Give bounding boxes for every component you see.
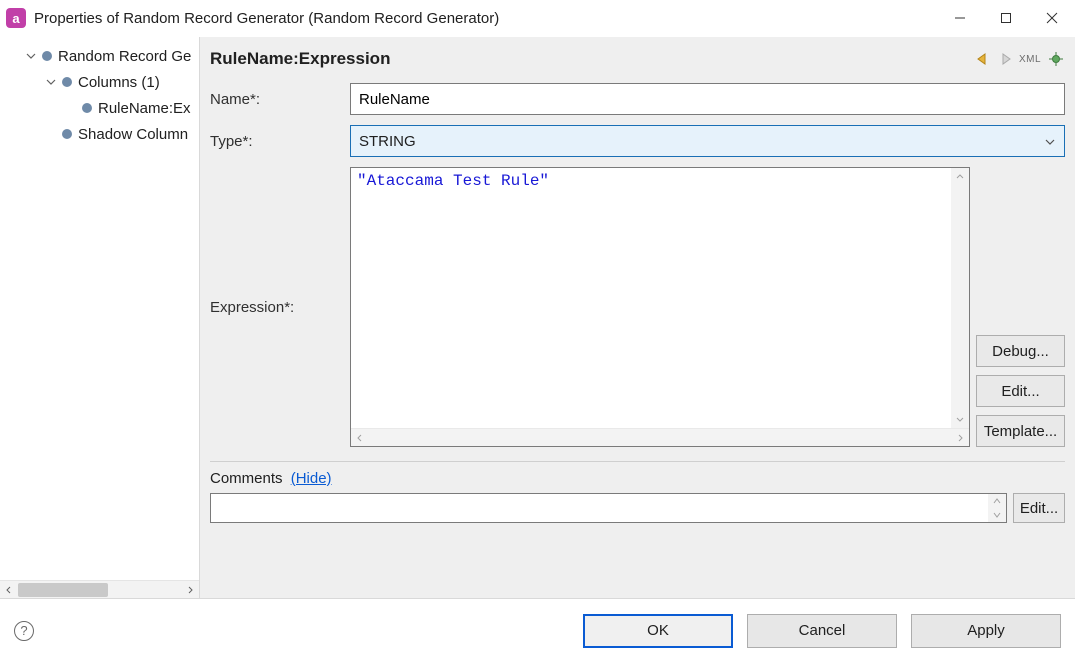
tree-hscrollbar[interactable] (0, 580, 199, 598)
scroll-down-icon[interactable] (951, 410, 969, 428)
divider (210, 461, 1065, 462)
tree-root-label: Random Record Ge (58, 48, 191, 65)
chevron-down-icon[interactable] (44, 75, 58, 89)
forward-arrow-icon[interactable] (997, 50, 1015, 68)
footer: ? OK Cancel Apply (0, 598, 1075, 662)
tree-panel: Random Record Ge Columns (1) RuleName:Ex (0, 37, 200, 598)
minimize-button[interactable] (937, 2, 983, 34)
comments-heading: Comments (Hide) (210, 470, 1065, 487)
titlebar: a Properties of Random Record Generator … (0, 0, 1075, 36)
bullet-icon (42, 51, 52, 61)
cancel-button[interactable]: Cancel (747, 614, 897, 648)
help-icon[interactable]: ? (14, 621, 34, 641)
back-arrow-icon[interactable] (973, 50, 991, 68)
expression-label: Expression*: (210, 299, 350, 316)
comments-hide-link[interactable]: (Hide) (291, 470, 332, 487)
xml-label[interactable]: XML (1019, 54, 1041, 65)
chevron-down-icon (1044, 135, 1056, 147)
tree-shadow[interactable]: Shadow Column (6, 121, 199, 147)
scroll-left-icon[interactable] (351, 429, 369, 447)
expression-area[interactable]: "Ataccama Test Rule" (350, 167, 970, 447)
comments-edit-button[interactable]: Edit... (1013, 493, 1065, 523)
apply-button[interactable]: Apply (911, 614, 1061, 648)
name-label: Name*: (210, 91, 350, 108)
scroll-up-icon[interactable] (951, 168, 969, 186)
debug-button[interactable]: Debug... (976, 335, 1065, 367)
template-button[interactable]: Template... (976, 415, 1065, 447)
properties-panel: RuleName:Expression XML Name*: Type*: (200, 37, 1075, 598)
ok-button[interactable]: OK (583, 614, 733, 648)
bug-icon[interactable] (1047, 50, 1065, 68)
scroll-track[interactable] (18, 581, 181, 598)
scroll-left-icon[interactable] (0, 581, 18, 599)
bullet-icon (62, 77, 72, 87)
spin-down-icon[interactable] (988, 508, 1006, 522)
window-title: Properties of Random Record Generator (R… (34, 10, 499, 27)
type-select[interactable]: STRING (350, 125, 1065, 157)
scroll-right-icon[interactable] (181, 581, 199, 599)
scroll-thumb[interactable] (18, 583, 108, 597)
close-button[interactable] (1029, 2, 1075, 34)
panel-title: RuleName:Expression (210, 49, 390, 69)
expression-text[interactable]: "Ataccama Test Rule" (351, 168, 969, 428)
name-input[interactable] (350, 83, 1065, 115)
bullet-icon (82, 103, 92, 113)
comments-input[interactable] (210, 493, 1007, 523)
type-select-value: STRING (359, 133, 1044, 150)
tree-root[interactable]: Random Record Ge (6, 43, 199, 69)
tree-columns-label: Columns (1) (78, 74, 160, 91)
scroll-right-icon[interactable] (951, 429, 969, 447)
bullet-icon (62, 129, 72, 139)
spin-up-icon[interactable] (988, 494, 1006, 508)
expression-vscrollbar[interactable] (951, 168, 969, 428)
tree-columns[interactable]: Columns (1) (6, 69, 199, 95)
edit-button[interactable]: Edit... (976, 375, 1065, 407)
tree-shadow-label: Shadow Column (78, 126, 188, 143)
app-icon: a (6, 8, 26, 28)
tree[interactable]: Random Record Ge Columns (1) RuleName:Ex (0, 37, 199, 580)
maximize-button[interactable] (983, 2, 1029, 34)
type-label: Type*: (210, 133, 350, 150)
comments-label: Comments (210, 470, 283, 487)
expression-hscrollbar[interactable] (351, 428, 969, 446)
comments-spinner[interactable] (988, 494, 1006, 522)
tree-column-rule-label: RuleName:Ex (98, 100, 191, 117)
panel-header: RuleName:Expression XML (200, 37, 1075, 79)
tree-column-rule[interactable]: RuleName:Ex (6, 95, 199, 121)
chevron-down-icon[interactable] (24, 49, 38, 63)
